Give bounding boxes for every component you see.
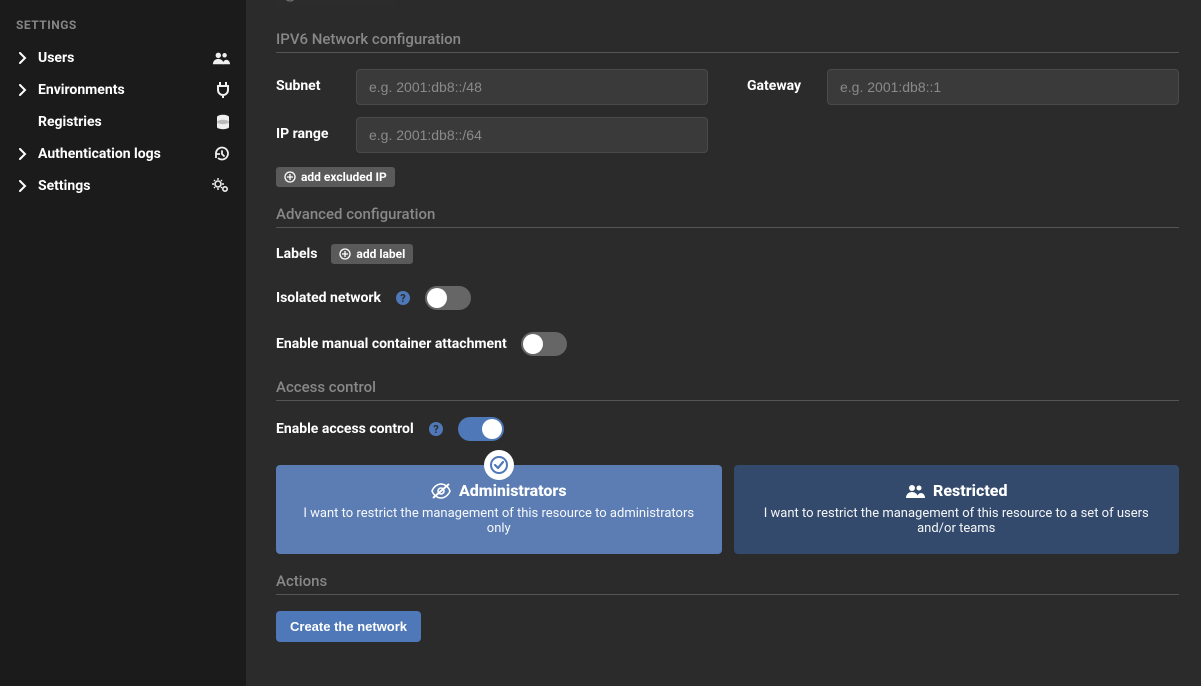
isolated-network-row: Isolated network ?	[276, 286, 1179, 310]
chevron-right-icon	[16, 52, 30, 64]
add-excluded-ip-button[interactable]: add excluded IP	[276, 167, 395, 187]
add-excluded-ip-button-top[interactable]: add excluded IP	[276, 0, 395, 6]
history-icon	[214, 146, 230, 162]
section-ipv6-title: IPV6 Network configuration	[276, 30, 1179, 53]
svg-text:?: ?	[400, 292, 406, 305]
plus-circle-icon	[339, 248, 351, 260]
isolated-network-toggle[interactable]	[425, 286, 471, 310]
sidebar-item-label: Settings	[38, 178, 212, 194]
access-cards: Administrators I want to restrict the ma…	[276, 465, 1179, 554]
plug-icon	[216, 82, 230, 98]
section-access-title: Access control	[276, 378, 1179, 401]
sidebar-item-label: Registries	[38, 114, 216, 130]
sidebar: SETTINGS Users Environments Registries	[0, 0, 246, 686]
subnet-input[interactable]	[356, 69, 708, 105]
chevron-right-icon	[16, 180, 30, 192]
enable-access-row: Enable access control ?	[276, 417, 1179, 441]
chip-label: add excluded IP	[301, 169, 387, 185]
help-icon[interactable]: ?	[428, 421, 444, 437]
labels-label: Labels	[276, 246, 317, 262]
card-restricted[interactable]: Restricted I want to restrict the manage…	[734, 465, 1180, 554]
card-desc: I want to restrict the management of thi…	[296, 506, 702, 536]
sidebar-item-auth-logs[interactable]: Authentication logs	[0, 138, 246, 170]
manual-attach-label: Enable manual container attachment	[276, 336, 507, 352]
sidebar-item-users[interactable]: Users	[0, 42, 246, 74]
gateway-input[interactable]	[827, 69, 1179, 105]
card-administrators[interactable]: Administrators I want to restrict the ma…	[276, 465, 722, 554]
card-title-text: Administrators	[459, 481, 567, 500]
iprange-input[interactable]	[356, 117, 708, 153]
main-content: add excluded IP IPV6 Network configurati…	[246, 0, 1201, 686]
sidebar-item-label: Users	[38, 50, 212, 66]
card-title-text: Restricted	[933, 481, 1007, 500]
eye-slash-icon	[431, 483, 451, 499]
manual-attach-row: Enable manual container attachment	[276, 332, 1179, 356]
checkmark-badge-icon	[484, 450, 514, 480]
gateway-label: Gateway	[747, 69, 817, 95]
cogs-icon	[212, 178, 230, 194]
sidebar-item-environments[interactable]: Environments	[0, 74, 246, 106]
plus-circle-icon	[284, 0, 296, 2]
create-network-button[interactable]: Create the network	[276, 611, 421, 642]
enable-access-toggle[interactable]	[458, 417, 504, 441]
chevron-right-icon	[16, 84, 30, 96]
users-icon	[212, 51, 230, 65]
chevron-right-icon	[16, 148, 30, 160]
card-desc: I want to restrict the management of thi…	[754, 506, 1160, 536]
sidebar-item-registries[interactable]: Registries	[0, 106, 246, 138]
manual-attach-toggle[interactable]	[521, 332, 567, 356]
labels-row: Labels add label	[276, 244, 1179, 264]
section-actions-title: Actions	[276, 572, 1179, 595]
svg-text:?: ?	[433, 423, 439, 436]
database-icon	[216, 114, 230, 130]
isolated-network-label: Isolated network	[276, 290, 381, 306]
add-label-button[interactable]: add label	[331, 244, 413, 264]
users-icon	[905, 484, 925, 498]
sidebar-item-label: Authentication logs	[38, 146, 214, 162]
enable-access-label: Enable access control	[276, 421, 414, 437]
chip-label: add excluded IP	[301, 0, 387, 4]
plus-circle-icon	[284, 171, 296, 183]
sidebar-header: SETTINGS	[0, 12, 246, 42]
sidebar-item-settings[interactable]: Settings	[0, 170, 246, 202]
sidebar-item-label: Environments	[38, 82, 216, 98]
chip-label: add label	[356, 246, 405, 262]
subnet-label: Subnet	[276, 69, 346, 95]
section-advanced-title: Advanced configuration	[276, 205, 1179, 228]
iprange-label: IP range	[276, 117, 346, 143]
ipv6-grid: Subnet Gateway IP range	[276, 69, 1179, 153]
help-icon[interactable]: ?	[395, 290, 411, 306]
